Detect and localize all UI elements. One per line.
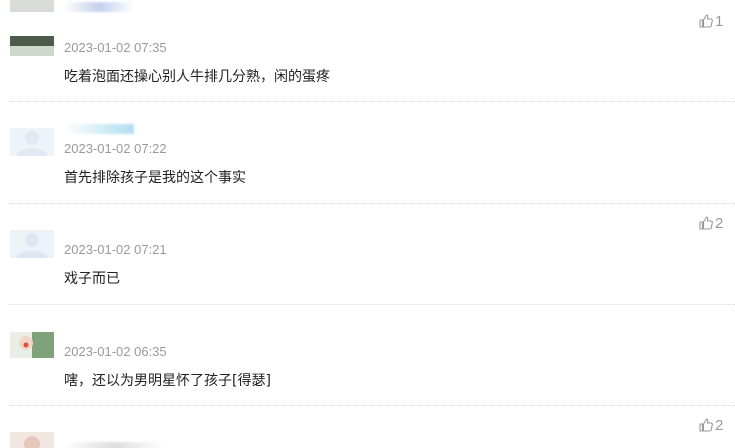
comment-text: 吃着泡面还操心别人牛排几分熟，闲的蛋疼 bbox=[64, 69, 330, 85]
comment-time: 2023-01-02 07:21 bbox=[64, 242, 167, 257]
comment-time: 2023-01-02 06:35 bbox=[64, 344, 167, 359]
like-count: 2 bbox=[715, 214, 724, 232]
comment-text: 首先排除孩子是我的这个事实 bbox=[64, 170, 246, 186]
like-button[interactable]: 2 bbox=[698, 214, 723, 232]
comment-time: 2023-01-02 07:22 bbox=[64, 141, 167, 156]
comment-text: 戏子而已 bbox=[64, 271, 120, 287]
avatar[interactable] bbox=[10, 36, 54, 56]
avatar[interactable] bbox=[10, 0, 54, 12]
like-button[interactable]: 1 bbox=[698, 12, 723, 30]
comment-time bbox=[64, 442, 164, 448]
avatar[interactable] bbox=[10, 128, 54, 156]
avatar[interactable] bbox=[10, 230, 54, 258]
avatar[interactable] bbox=[10, 432, 54, 448]
thumbs-up-icon bbox=[698, 215, 715, 231]
divider bbox=[8, 304, 735, 305]
like-button[interactable]: 2 bbox=[698, 416, 723, 434]
comment-list: 1 2023-01-02 07:35 吃着泡面还操心别人牛排几分熟，闲的蛋疼 2… bbox=[0, 0, 735, 448]
divider bbox=[8, 101, 735, 102]
comment-text: 嗐，还以为男明星怀了孩子[得瑟] bbox=[64, 373, 271, 389]
like-count: 2 bbox=[715, 416, 724, 434]
comment-time: 2023-01-02 07:35 bbox=[64, 40, 167, 55]
username[interactable] bbox=[64, 124, 134, 134]
avatar[interactable] bbox=[10, 332, 54, 358]
thumbs-up-icon bbox=[698, 417, 715, 433]
like-count: 1 bbox=[715, 12, 724, 30]
divider bbox=[8, 405, 735, 406]
divider bbox=[8, 203, 735, 204]
thumbs-up-icon bbox=[698, 13, 715, 29]
username[interactable] bbox=[64, 2, 134, 12]
